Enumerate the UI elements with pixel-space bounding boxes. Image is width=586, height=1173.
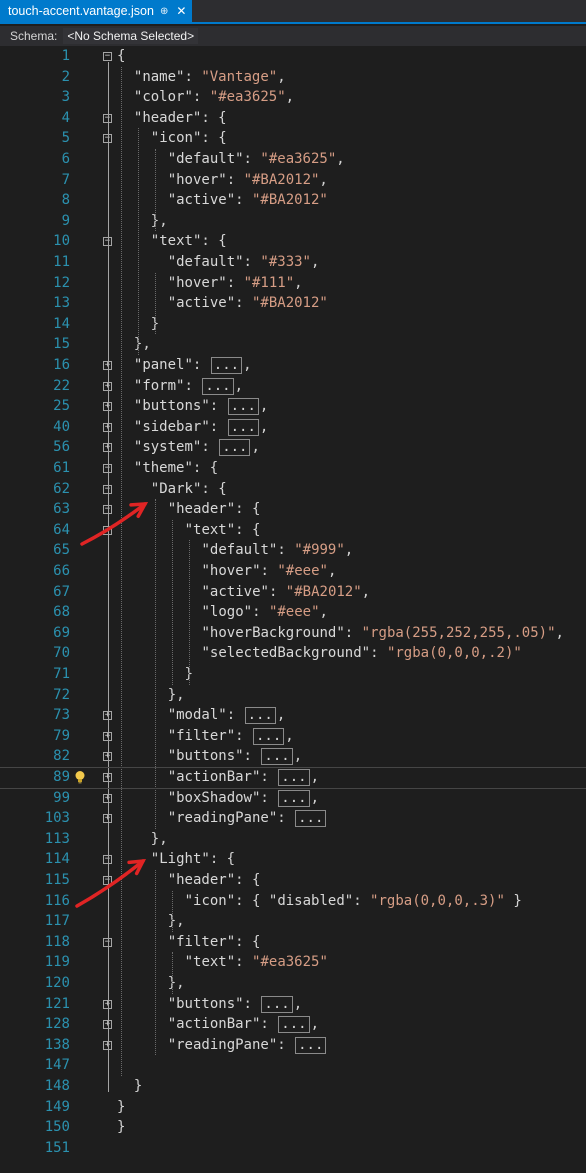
schema-label: Schema: [10,29,58,43]
pin-icon[interactable]: ⊕ [160,6,168,17]
code-editor[interactable]: 1{−2 "name": "Vantage", 3 "color": "#ea3625… [0,46,586,1173]
close-icon[interactable]: ✕ [176,4,186,18]
schema-dropdown[interactable]: <No Schema Selected> [63,28,199,44]
schema-bar: Schema: <No Schema Selected> [0,26,586,46]
red-arrow-light [75,858,147,908]
red-arrow-dark [80,502,149,546]
annotation-arrows [75,502,149,908]
document-tab[interactable]: touch-accent.vantage.json ⊕ ✕ [0,0,193,22]
document-tab-bar: touch-accent.vantage.json ⊕ ✕ [0,0,586,24]
tab-title: touch-accent.vantage.json [8,4,154,18]
